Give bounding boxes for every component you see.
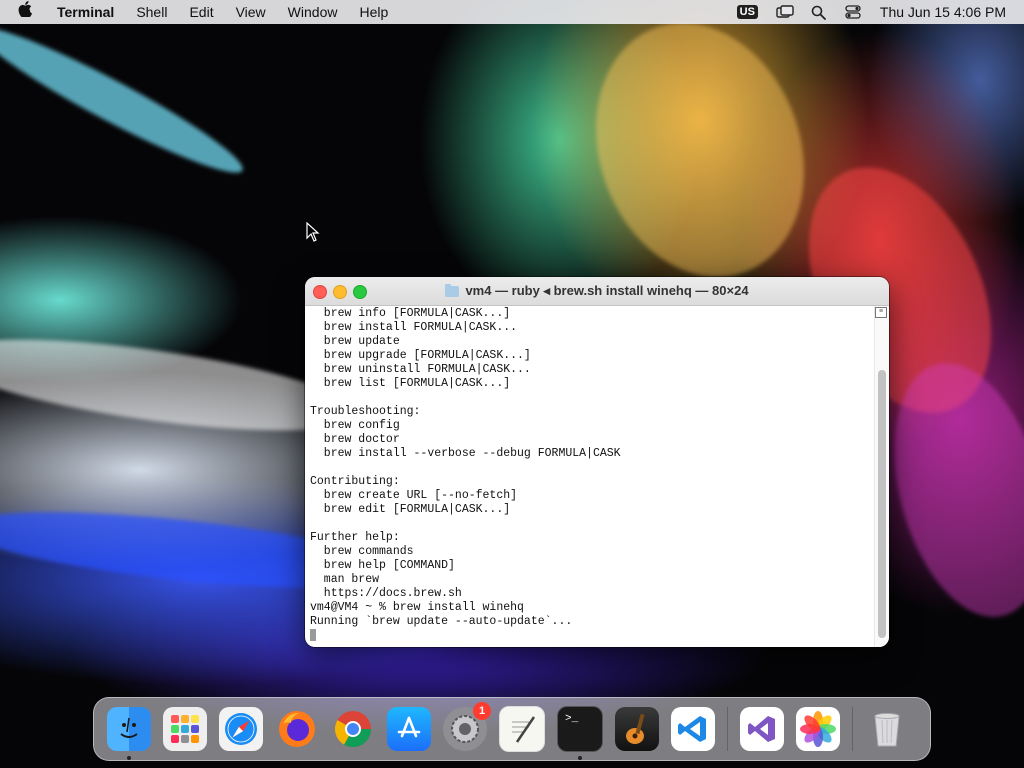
spotlight-search-icon[interactable] [810,4,828,20]
menu-bar: Terminal Shell Edit View Window Help US … [0,0,1024,24]
terminal-prompt-icon: >_ [565,713,579,725]
terminal-line: https://docs.brew.sh [310,587,462,600]
menu-clock[interactable]: Thu Jun 15 4:06 PM [870,4,1024,20]
dock-separator [727,707,728,751]
dock-chrome-icon[interactable] [331,707,375,751]
menu-app-name[interactable]: Terminal [46,0,125,24]
terminal-output[interactable]: brew info [FORMULA|CASK...] brew install… [305,306,877,647]
close-button[interactable] [313,285,327,299]
dock-safari-icon[interactable] [219,707,263,751]
mouse-pointer-icon [306,222,320,242]
scrollbar-thumb[interactable] [878,370,886,638]
text-cursor [310,629,316,641]
terminal-line: man brew [310,573,380,586]
dock-separator [852,707,853,751]
window-title: vm4 — ruby ◂ brew.sh install winehq — 80… [445,283,749,299]
input-source-indicator[interactable]: US [736,5,758,19]
notification-badge: 1 [473,702,491,720]
dock-visual-studio-icon[interactable] [740,707,784,751]
terminal-line: brew update [310,335,400,348]
dock-trash-icon[interactable] [865,707,909,751]
menu-help[interactable]: Help [348,0,399,24]
dock-vscode-icon[interactable] [671,707,715,751]
terminal-line: brew commands [310,545,414,558]
dock-textedit-icon[interactable] [499,706,545,752]
terminal-line: brew info [FORMULA|CASK...] [310,307,511,320]
dock-system-preferences-icon[interactable]: 1 [443,702,491,751]
window-titlebar[interactable]: vm4 — ruby ◂ brew.sh install winehq — 80… [305,277,889,306]
terminal-line: brew create URL [--no-fetch] [310,489,518,502]
apple-menu-icon[interactable] [0,0,46,24]
terminal-window[interactable]: vm4 — ruby ◂ brew.sh install winehq — 80… [305,277,889,647]
terminal-line: brew config [310,419,400,432]
terminal-line: brew edit [FORMULA|CASK...] [310,503,511,516]
terminal-line: brew doctor [310,433,400,446]
split-pane-icon[interactable]: ≡ [875,307,887,318]
terminal-line: brew upgrade [FORMULA|CASK...] [310,349,531,362]
folder-icon [445,283,460,297]
terminal-line: brew help [COMMAND] [310,559,455,572]
zoom-button[interactable] [353,285,367,299]
menu-edit[interactable]: Edit [178,0,224,24]
terminal-line: brew uninstall FORMULA|CASK... [310,363,531,376]
menu-view[interactable]: View [225,0,277,24]
terminal-line: brew install FORMULA|CASK... [310,321,518,334]
terminal-prompt-line: vm4@VM4 ~ % brew install winehq [310,601,524,614]
terminal-line: Running `brew update --auto-update`... [310,615,573,628]
wallpaper-streak [561,0,839,307]
wallpaper-streak [0,11,252,189]
dock-photos-icon[interactable] [796,707,840,751]
terminal-cursor-line[interactable] [310,629,877,643]
running-indicator [578,756,582,760]
terminal-line: Troubleshooting: [310,405,421,418]
menu-shell[interactable]: Shell [125,0,178,24]
control-center-icon[interactable] [844,4,862,20]
dock-launchpad-icon[interactable] [163,707,207,751]
dock: 1 >_ [93,697,931,761]
screen-mirroring-icon[interactable] [776,4,794,20]
dock-app-store-icon[interactable] [387,707,431,751]
dock-finder-icon[interactable] [107,707,151,760]
terminal-line: brew list [FORMULA|CASK...] [310,377,511,390]
dock-terminal-icon[interactable]: >_ [557,706,603,760]
menu-window[interactable]: Window [277,0,349,24]
minimize-button[interactable] [333,285,347,299]
terminal-line: brew install --verbose --debug FORMULA|C… [310,447,621,460]
window-title-text: vm4 — ruby ◂ brew.sh install winehq — 80… [465,283,749,298]
running-indicator [127,756,131,760]
dock-garageband-icon[interactable] [615,707,659,751]
terminal-line: Further help: [310,531,400,544]
dock-firefox-icon[interactable] [275,707,319,751]
terminal-line: Contributing: [310,475,400,488]
